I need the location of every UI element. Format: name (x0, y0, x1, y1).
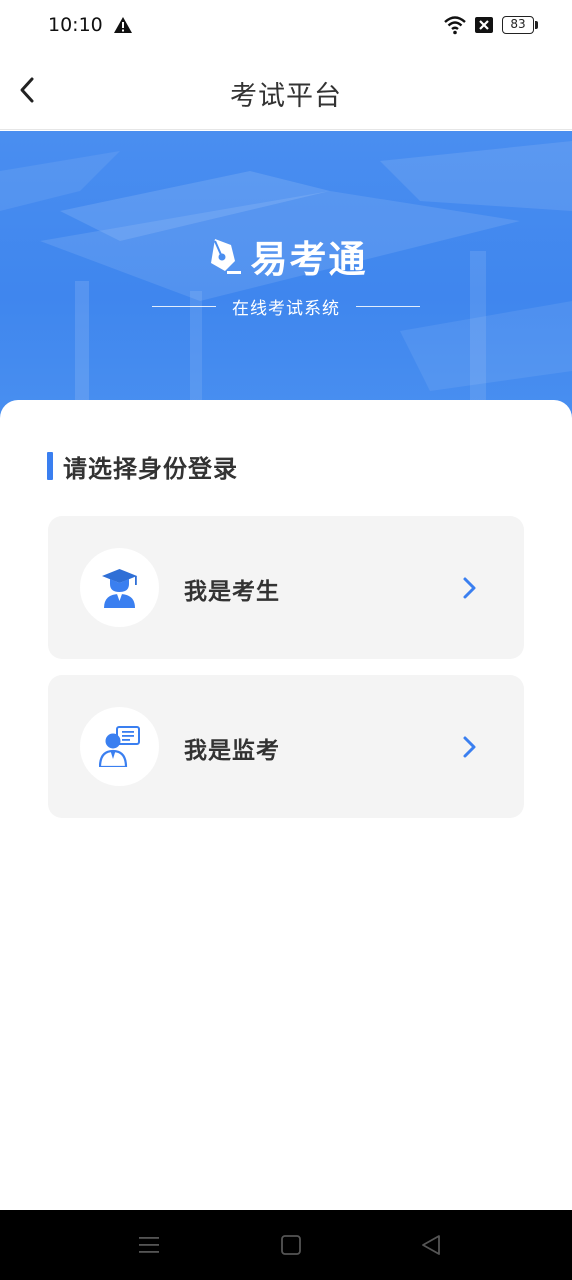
battery-tip (535, 21, 538, 29)
proctor-teacher-icon (99, 726, 140, 767)
section-title: 请选择身份登录 (63, 454, 238, 483)
section-header: 请选择身份登录 (47, 452, 238, 483)
warning-icon (114, 17, 132, 33)
subtitle-divider-right (356, 306, 420, 307)
student-avatar (80, 548, 159, 627)
page-title: 考试平台 (230, 81, 342, 112)
section-accent-bar (47, 452, 53, 480)
wifi-icon (444, 16, 466, 35)
logo-row: 易考通 (0, 229, 572, 283)
student-login-button[interactable]: 我是考生 (48, 516, 524, 659)
chevron-right-icon (463, 736, 476, 758)
status-time: 10:10 (48, 14, 103, 36)
back-triangle-icon[interactable] (418, 1232, 444, 1258)
subtitle-divider-left (152, 306, 216, 307)
proctor-login-button[interactable]: 我是监考 (48, 675, 524, 818)
student-graduate-icon (102, 569, 137, 608)
hero-banner: 易考通 在线考试系统 (0, 131, 572, 431)
menu-icon[interactable] (136, 1232, 162, 1258)
no-sim-icon (475, 17, 493, 33)
login-panel: 请选择身份登录 我是考生 我是监考 (0, 400, 572, 1210)
home-icon[interactable] (278, 1232, 304, 1258)
proctor-role-label: 我是监考 (184, 738, 280, 764)
system-navigation-bar (0, 1210, 572, 1280)
nav-bar: 考试平台 (0, 52, 572, 130)
proctor-avatar (80, 707, 159, 786)
battery-level: 83 (502, 16, 534, 34)
chevron-right-icon (463, 577, 476, 599)
student-role-label: 我是考生 (184, 579, 280, 605)
battery-icon: 83 (502, 16, 538, 34)
status-bar: 10:10 83 (0, 0, 572, 52)
subtitle-row: 在线考试系统 (0, 294, 572, 319)
app-subtitle: 在线考试系统 (232, 299, 340, 319)
app-screen: 10:10 83 考试平台 易考通 在线考试系统 请选择身份登录 我是考生 我是… (0, 0, 572, 1280)
pen-nib-icon (210, 239, 241, 274)
app-name: 易考通 (250, 238, 368, 281)
